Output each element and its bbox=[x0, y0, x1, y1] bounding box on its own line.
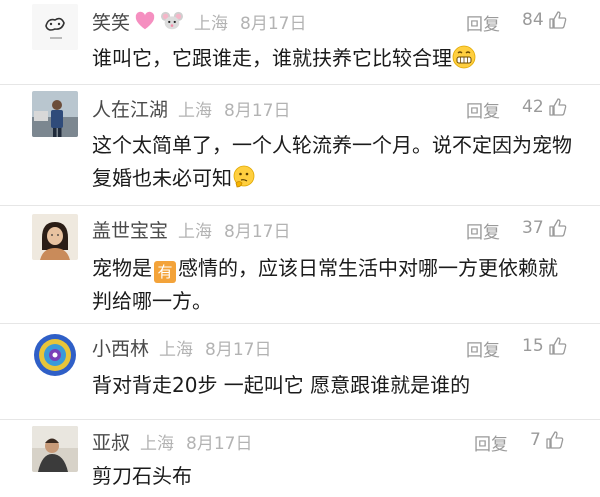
location: 上海 bbox=[159, 339, 194, 360]
date: 8月17日 bbox=[186, 433, 253, 454]
like-button[interactable]: 84 bbox=[522, 10, 568, 30]
reply-button[interactable]: 回复 bbox=[474, 430, 518, 455]
location: 上海 bbox=[140, 433, 175, 454]
avatar[interactable] bbox=[32, 4, 78, 50]
reply-button[interactable]: 回复 bbox=[466, 218, 510, 243]
comment-meta: 上海 8月17日 bbox=[178, 96, 290, 121]
pink-heart-icon bbox=[134, 10, 156, 32]
comment-text: 谁叫它，它跟谁走，谁就扶养它比较合理 bbox=[92, 42, 572, 79]
comment-text-content: 背对背走20步 一起叫它 愿意跟谁就是谁的 bbox=[92, 373, 471, 397]
like-button[interactable]: 37 bbox=[522, 218, 568, 238]
comment-meta: 上海 8月17日 bbox=[194, 9, 306, 34]
thumbs-up-icon bbox=[548, 11, 566, 29]
comment-text: 剪刀石头布 bbox=[92, 460, 572, 493]
like-button[interactable]: 15 bbox=[522, 336, 568, 356]
like-button[interactable]: 42 bbox=[522, 97, 568, 117]
comment-item: 人在江湖 上海 8月17日 回复 42 这个太简单了，一个人轮流养一个月。说不定因… bbox=[0, 85, 600, 206]
comment-item: 笑笑 上海 8月17日 回复 84 谁叫它，它跟谁走，谁就扶养它比较合理 bbox=[0, 0, 600, 85]
reply-button[interactable]: 回复 bbox=[466, 336, 510, 361]
comment-text: 宠物是有感情的，应该日常生活中对哪一方更依赖就判给哪一方。 bbox=[92, 252, 572, 318]
like-button[interactable]: 7 bbox=[530, 430, 565, 450]
thumbs-up-icon bbox=[548, 219, 566, 237]
like-count: 7 bbox=[530, 430, 541, 450]
comment-header: 笑笑 上海 8月17日 bbox=[92, 6, 306, 36]
comment-text-content: 剪刀石头布 bbox=[92, 464, 192, 488]
reply-button[interactable]: 回复 bbox=[466, 10, 510, 35]
username[interactable]: 亚叔 bbox=[92, 428, 130, 455]
reply-button[interactable]: 回复 bbox=[466, 97, 510, 122]
username[interactable]: 笑笑 bbox=[92, 8, 130, 35]
date: 8月17日 bbox=[224, 100, 291, 121]
comment-item: 小西林 上海 8月17日 回复 15 背对背走20步 一起叫它 愿意跟谁就是谁的 bbox=[0, 324, 600, 420]
like-count: 15 bbox=[522, 336, 544, 356]
like-count: 42 bbox=[522, 97, 544, 117]
mouse-face-icon bbox=[160, 10, 184, 32]
comment-header: 小西林 上海 8月17日 bbox=[92, 332, 271, 362]
comment-text-content: 这个太简单了，一个人轮流养一个月。说不定因为宠物复婚也未必可知 bbox=[92, 133, 572, 190]
comment-text-content: 宠物是 bbox=[92, 256, 152, 280]
date: 8月17日 bbox=[205, 339, 272, 360]
date: 8月17日 bbox=[240, 13, 307, 34]
avatar[interactable] bbox=[32, 426, 78, 472]
emoji-tag: 有 bbox=[154, 261, 176, 283]
username[interactable]: 人在江湖 bbox=[92, 95, 168, 122]
location: 上海 bbox=[178, 221, 213, 242]
thumbs-up-icon bbox=[546, 431, 564, 449]
comment-item: 盖世宝宝 上海 8月17日 回复 37 宠物是有感情的，应该日常生活中对哪一方更依… bbox=[0, 206, 600, 324]
grinning-face-icon bbox=[452, 45, 476, 79]
username[interactable]: 盖世宝宝 bbox=[92, 216, 168, 243]
like-count: 84 bbox=[522, 10, 544, 30]
thumbs-up-icon bbox=[548, 98, 566, 116]
username[interactable]: 小西林 bbox=[92, 334, 149, 361]
comment-meta: 上海 8月17日 bbox=[140, 429, 252, 454]
comment-header: 人在江湖 上海 8月17日 bbox=[92, 93, 290, 123]
location: 上海 bbox=[178, 100, 213, 121]
comment-item: 亚叔 上海 8月17日 回复 7 剪刀石头布 bbox=[0, 420, 600, 497]
thumbs-up-icon bbox=[548, 337, 566, 355]
avatar[interactable] bbox=[32, 91, 78, 137]
like-count: 37 bbox=[522, 218, 544, 238]
avatar[interactable] bbox=[32, 214, 78, 260]
comment-text: 这个太简单了，一个人轮流养一个月。说不定因为宠物复婚也未必可知 bbox=[92, 129, 572, 199]
thinking-face-icon bbox=[232, 165, 256, 199]
comment-header: 亚叔 上海 8月17日 bbox=[92, 426, 252, 456]
comment-meta: 上海 8月17日 bbox=[159, 335, 271, 360]
comment-header: 盖世宝宝 上海 8月17日 bbox=[92, 214, 290, 244]
date: 8月17日 bbox=[224, 221, 291, 242]
avatar[interactable] bbox=[32, 332, 78, 378]
comment-text-content: 谁叫它，它跟谁走，谁就扶养它比较合理 bbox=[92, 46, 452, 70]
comment-meta: 上海 8月17日 bbox=[178, 217, 290, 242]
comment-text: 背对背走20步 一起叫它 愿意跟谁就是谁的 bbox=[92, 369, 572, 402]
location: 上海 bbox=[194, 13, 229, 34]
